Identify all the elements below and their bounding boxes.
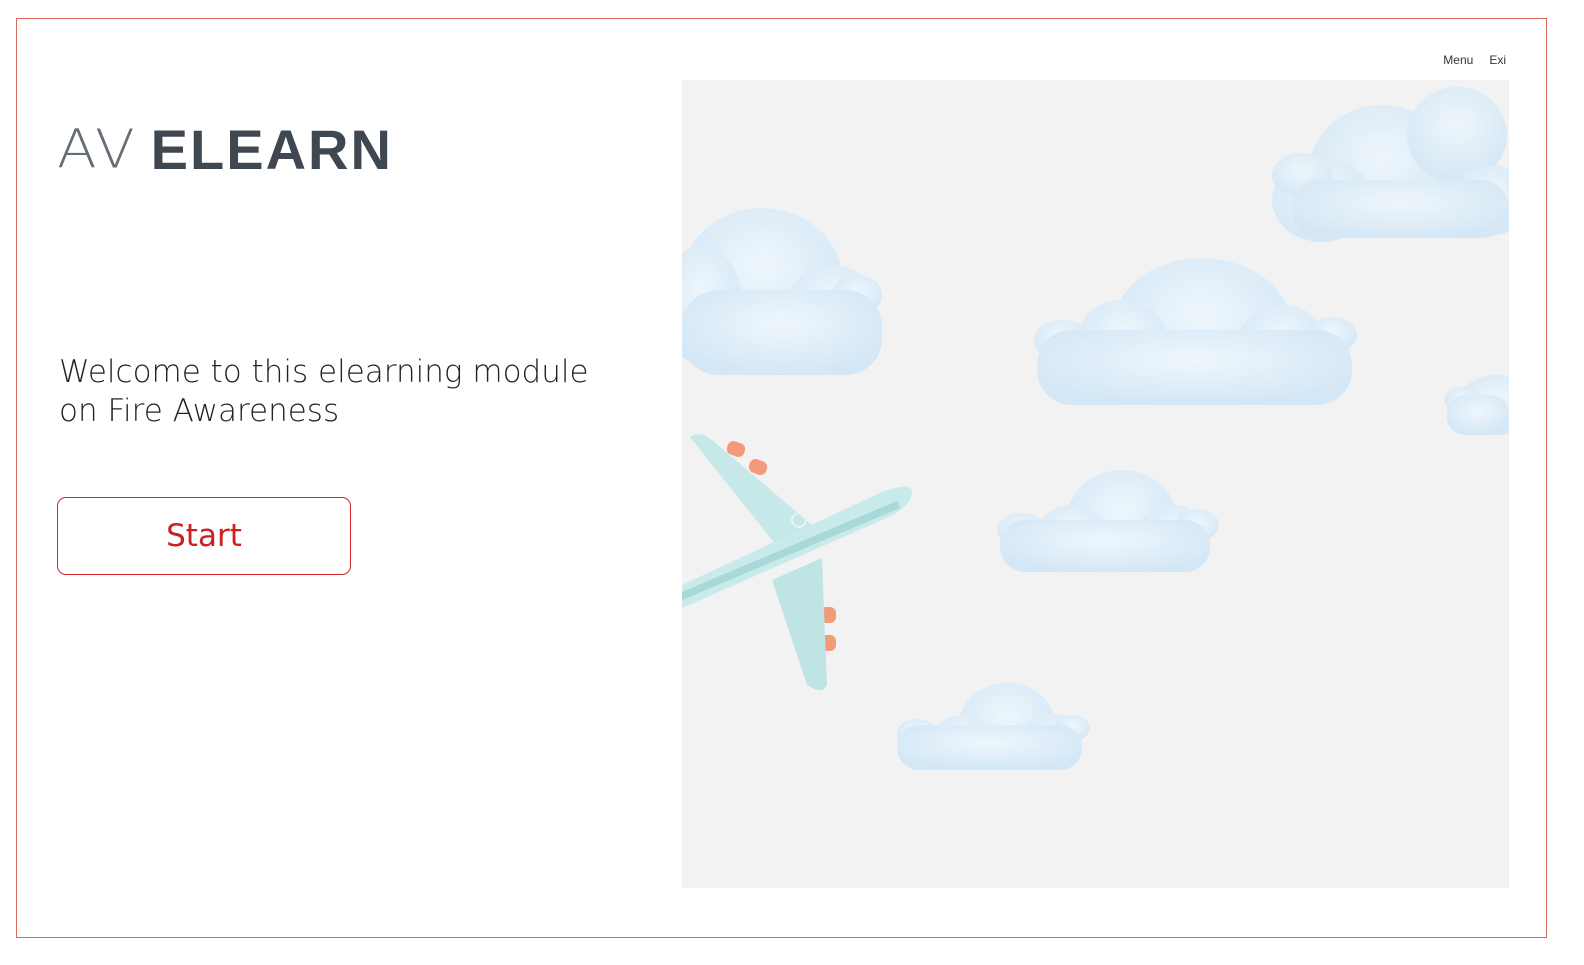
logo-elearn: ELEARN <box>150 117 393 181</box>
welcome-heading: Welcome to this elearning module on Fire… <box>59 353 619 431</box>
cloud-icon <box>897 683 1090 770</box>
logo-av: AV <box>57 117 137 181</box>
top-nav: Menu Exi <box>1443 53 1506 67</box>
cloud-icon <box>1272 87 1509 242</box>
start-button-label: Start <box>166 518 242 554</box>
sky-illustration <box>682 87 1509 770</box>
menu-link[interactable]: Menu <box>1443 53 1473 67</box>
welcome-line-2: on Fire Awareness <box>59 393 340 429</box>
app-frame: Menu Exi AV ELEARN Welcome to this elear… <box>16 18 1547 938</box>
cloud-icon <box>682 208 882 375</box>
cloud-icon <box>997 470 1219 572</box>
hero-illustration <box>682 80 1509 888</box>
welcome-line-1: Welcome to this elearning module <box>59 354 589 390</box>
logo: AV ELEARN <box>57 117 393 181</box>
exit-link[interactable]: Exi <box>1489 53 1506 67</box>
cloud-icon <box>1444 375 1509 435</box>
airplane-icon <box>682 434 913 690</box>
start-button[interactable]: Start <box>57 497 351 575</box>
cloud-icon <box>1034 258 1357 405</box>
